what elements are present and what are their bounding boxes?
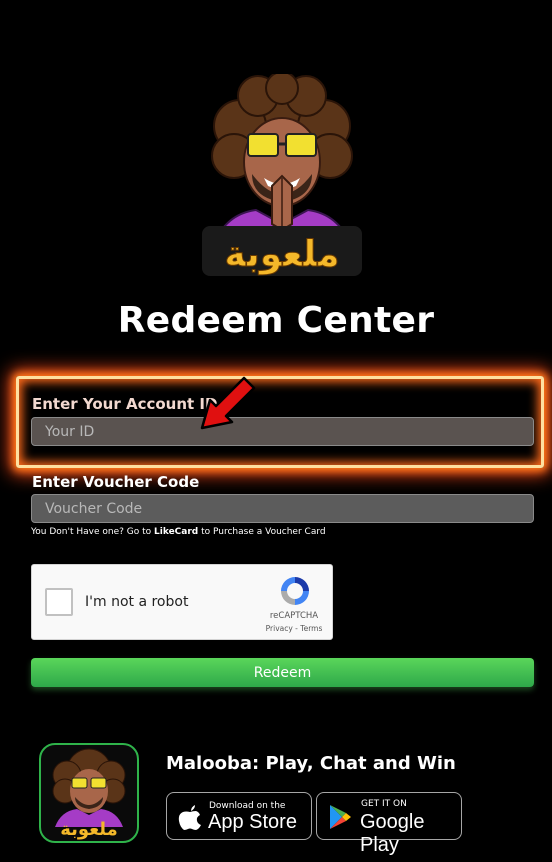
recaptcha-checkbox[interactable] xyxy=(45,588,73,616)
recaptcha-label: I'm not a robot xyxy=(85,594,189,610)
mascot-logo: ملعوبة xyxy=(196,71,368,280)
google-play-icon xyxy=(330,805,351,829)
purchase-hint: You Don't Have one? Go to LikeCard to Pu… xyxy=(31,527,326,537)
tagline: Malooba: Play, Chat and Win xyxy=(166,753,456,774)
app-store-badge[interactable]: Download on the App Store xyxy=(166,792,312,840)
recaptcha-brand: reCAPTCHA xyxy=(269,611,319,621)
app-icon[interactable]: ملعوبة xyxy=(39,743,139,843)
google-play-big-text: Google Play xyxy=(360,811,425,856)
red-arrow-icon xyxy=(200,376,256,430)
likecard-link[interactable]: LikeCard xyxy=(154,527,198,537)
google-play-small-text: GET IT ON xyxy=(361,799,407,809)
svg-text:ملعوبة: ملعوبة xyxy=(224,234,339,275)
voucher-code-input[interactable] xyxy=(31,494,534,523)
mascot-small-icon: ملعوبة xyxy=(52,748,126,840)
account-id-label: Enter Your Account ID xyxy=(32,395,218,413)
recaptcha-links[interactable]: Privacy - Terms xyxy=(260,624,328,633)
voucher-code-label: Enter Voucher Code xyxy=(32,473,200,491)
recaptcha-icon xyxy=(281,577,309,605)
page-title: Redeem Center xyxy=(117,300,435,341)
account-id-input[interactable] xyxy=(31,417,534,446)
app-store-big-text: App Store xyxy=(208,811,297,833)
svg-text:ملعوبة: ملعوبة xyxy=(60,819,118,840)
recaptcha-widget: I'm not a robot reCAPTCHA Privacy - Term… xyxy=(31,564,333,640)
app-store-small-text: Download on the xyxy=(209,801,286,811)
apple-icon xyxy=(178,805,201,830)
redeem-button[interactable]: Redeem xyxy=(31,658,534,687)
google-play-badge[interactable]: GET IT ON Google Play xyxy=(316,792,462,856)
